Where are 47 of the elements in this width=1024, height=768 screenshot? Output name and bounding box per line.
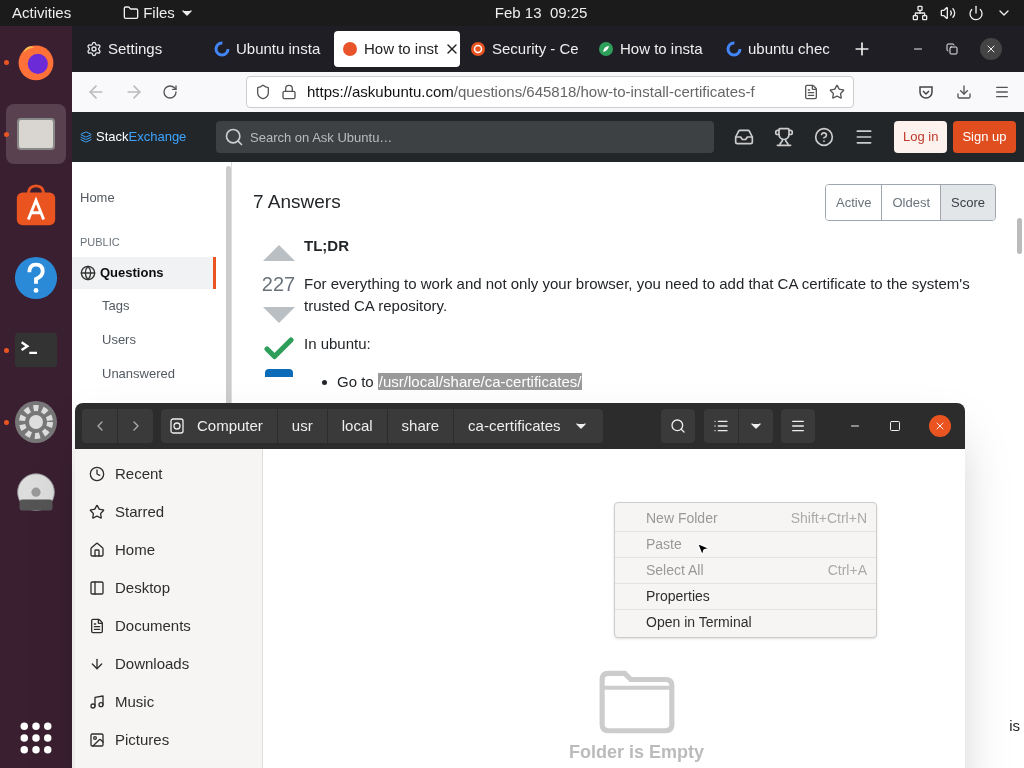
nav-link[interactable]: Unanswered [72, 356, 224, 391]
vote-count: 227 [261, 272, 296, 297]
empty-folder-text: Folder is Empty [569, 741, 705, 764]
answers-title: 7 Answers [253, 190, 341, 215]
browser-tab[interactable]: Ubuntu insta [206, 31, 332, 67]
place-item[interactable]: Starred [75, 493, 262, 531]
answer-paragraph: For everything to work and not only your browser, you need to add that CA certificate to the system's trusted CA repository. [304, 274, 971, 316]
path-segment[interactable]: share [386, 409, 454, 443]
path-segment[interactable]: local [326, 409, 387, 443]
site-logo[interactable]: StackExchange [80, 127, 196, 147]
answer-paragraph: In ubuntu: [304, 334, 372, 354]
shortcut-text: Ctrl+A [827, 561, 867, 580]
signup-button[interactable]: Sign up [953, 121, 1016, 153]
place-item[interactable]: Desktop [75, 569, 262, 607]
url-text: https://askubuntu.com/questions/645818/how-to-install-certificates-f [307, 81, 756, 102]
login-button[interactable]: Log in [894, 121, 948, 153]
nav-link[interactable]: Questions [72, 256, 216, 289]
url-field[interactable]: https://askubuntu.com/questions/645818/how-to-install-certificates-f [246, 76, 854, 108]
browser-tab[interactable]: Settings [78, 31, 204, 67]
place-item[interactable]: Home [75, 531, 262, 569]
place-item[interactable]: Music [75, 683, 262, 721]
browser-tab[interactable]: ubuntu chec [718, 31, 844, 67]
answer-heading: TL;DR [304, 236, 350, 256]
answer-text: is [1009, 716, 1020, 736]
place-item[interactable]: Recent [75, 455, 262, 493]
place-item[interactable]: Downloads [75, 645, 262, 683]
path-segment[interactable]: usr [276, 409, 327, 443]
browser-tab[interactable]: How to inst [334, 31, 460, 67]
search-field[interactable]: Search on Ask Ubuntu… [216, 121, 714, 153]
activities-button[interactable]: Activities [12, 1, 72, 25]
browser-tab[interactable]: Security - Ce [462, 31, 588, 67]
nav-link[interactable]: Tags [72, 288, 224, 323]
sort-tab[interactable]: Score [940, 185, 995, 220]
clock[interactable]: Feb 13 09:25 [494, 1, 588, 25]
path-segment[interactable]: ca-certificates [453, 409, 603, 443]
menu-item[interactable]: Properties [615, 583, 876, 609]
nav-link[interactable]: Users [72, 322, 224, 357]
browser-tab[interactable]: How to insta [590, 31, 716, 67]
place-item[interactable]: Pictures [75, 721, 262, 759]
nav-heading: PUBLIC [79, 235, 121, 250]
list-item: Go to /usr/local/share/ca-certificates/ [337, 372, 583, 392]
nav-link[interactable]: Home [72, 182, 224, 214]
menu-item[interactable]: Open in Terminal [615, 609, 876, 635]
place-item[interactable]: Documents [75, 607, 262, 645]
shortcut-text: Shift+Ctrl+N [790, 508, 867, 528]
path-segment[interactable]: Computer [161, 409, 277, 443]
app-menu[interactable]: Files [123, 1, 195, 25]
